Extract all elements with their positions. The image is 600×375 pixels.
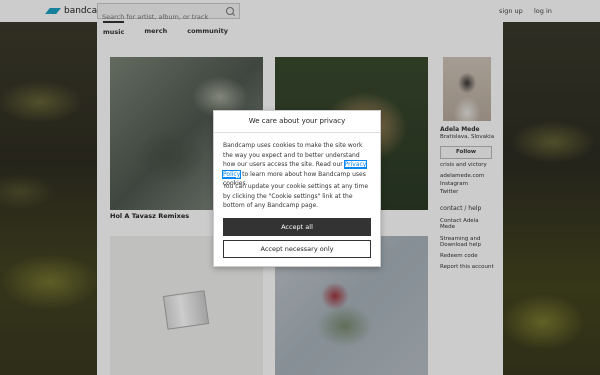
accept-necessary-button[interactable]: Accept necessary only xyxy=(223,240,371,258)
modal-text-1a: Bandcamp uses cookies to make the site w… xyxy=(223,142,363,168)
modal-paragraph-2: You can update your cookie settings at a… xyxy=(223,183,369,209)
modal-title: We care about your privacy xyxy=(214,111,380,133)
cookie-consent-dialog: We care about your privacy Bandcamp uses… xyxy=(213,110,381,267)
accept-all-button[interactable]: Accept all xyxy=(223,218,371,236)
